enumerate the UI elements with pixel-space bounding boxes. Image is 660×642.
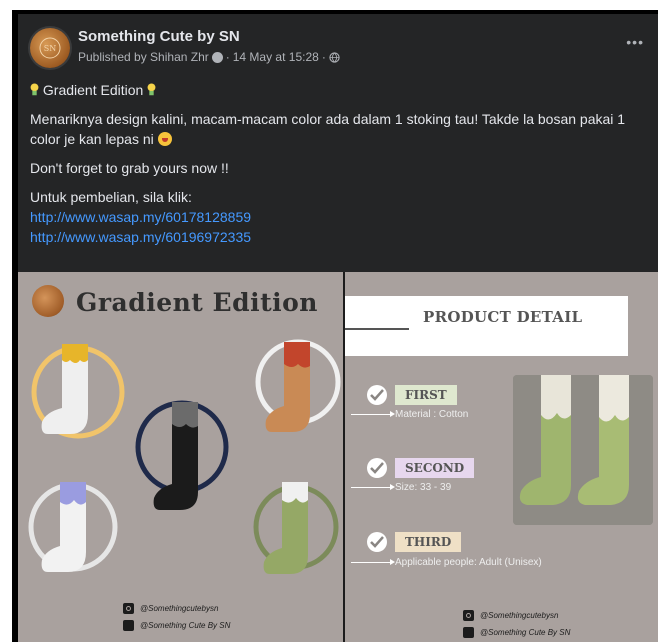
facebook-icon [123,620,134,631]
check-icon [367,458,387,478]
grinning-emoji-icon [157,132,172,146]
gradient-edition-image[interactable]: Gradient Edition @Somethingcutebysn @Som… [18,272,343,642]
instagram-icon [123,603,134,614]
post-text: Gradient Edition Menariknya design kalin… [30,80,646,247]
instagram-handle: @Somethingcutebysn [140,604,219,613]
meta-separator: · [225,50,230,64]
post-paragraph: Untuk pembelian, sila klik: http://www.w… [30,187,646,247]
sock-photo-drawing [513,375,653,525]
page-avatar[interactable]: SN [30,28,70,68]
product-detail-title: PRODUCT DETAIL [423,308,583,326]
title-underline [345,328,409,330]
more-options-button[interactable]: ••• [626,34,644,50]
check-icon [367,532,387,552]
detail-size: Size: 33 - 39 [395,482,452,493]
image-title: Gradient Edition [76,288,318,317]
check-icon [367,385,387,405]
tag-first: FIRST [395,385,457,405]
tag-third: THIRD [395,532,462,552]
facebook-icon [463,627,474,638]
green-sock-photo [513,375,653,525]
info-icon[interactable] [211,51,223,63]
sock-yellow-top [62,344,88,363]
facebook-handle-row: @Something Cute By SN [463,627,570,638]
tag-second: SECOND [395,458,475,478]
sock-gray-top [172,402,198,428]
arrow-icon [351,559,395,565]
sock-lavender-top [60,482,86,505]
globe-icon [329,51,340,63]
facebook-post: SN Something Cute by SN Published by Shi… [18,14,658,642]
avatar-logo-icon: SN [39,37,61,59]
instagram-icon [463,610,474,621]
arrow-icon [351,484,395,490]
lightbulb-icon [30,83,39,96]
whatsapp-link-2[interactable]: http://www.wasap.my/60196972335 [30,227,646,247]
instagram-handle-row: @Somethingcutebysn [463,610,558,621]
whatsapp-link-1[interactable]: http://www.wasap.my/60178128859 [30,207,646,227]
post-timestamp[interactable]: 14 May at 15:28 [233,50,319,64]
facebook-handle-row: @Something Cute By SN [123,620,230,631]
headline-text: Gradient Edition [42,82,144,98]
paragraph-text: Untuk pembelian, sila klik: [30,189,192,205]
instagram-handle: @Somethingcutebysn [480,611,559,620]
product-detail-image[interactable]: PRODUCT DETAIL FIRST Material : Cotton S… [345,272,658,642]
detail-material: Material : Cotton [395,409,469,420]
sock-red-top [284,342,310,368]
arrow-icon [351,411,395,417]
detail-applicable: Applicable people: Adult (Unisex) [395,557,542,568]
post-paragraph: Menariknya design kalini, macam-macam co… [30,109,646,149]
facebook-handle: @Something Cute By SN [480,628,571,637]
post-paragraph: Don't forget to grab yours now !! [30,160,229,176]
lightbulb-icon [147,83,156,96]
post-meta: Published by Shihan Zhr · 14 May at 15:2… [78,50,340,64]
instagram-handle-row: @Somethingcutebysn [123,603,218,614]
product-detail-header: PRODUCT DETAIL [345,296,628,356]
page-name[interactable]: Something Cute by SN [78,28,240,45]
paragraph-text: Menariknya design kalini, macam-macam co… [30,111,626,147]
meta-separator: · [321,50,326,64]
facebook-handle: @Something Cute By SN [140,621,231,630]
post-headline: Gradient Edition [30,80,646,100]
sock-collage [28,339,341,574]
published-by[interactable]: Published by Shihan Zhr [78,50,209,64]
svg-text:SN: SN [44,44,56,53]
brand-logo-icon [32,285,64,317]
